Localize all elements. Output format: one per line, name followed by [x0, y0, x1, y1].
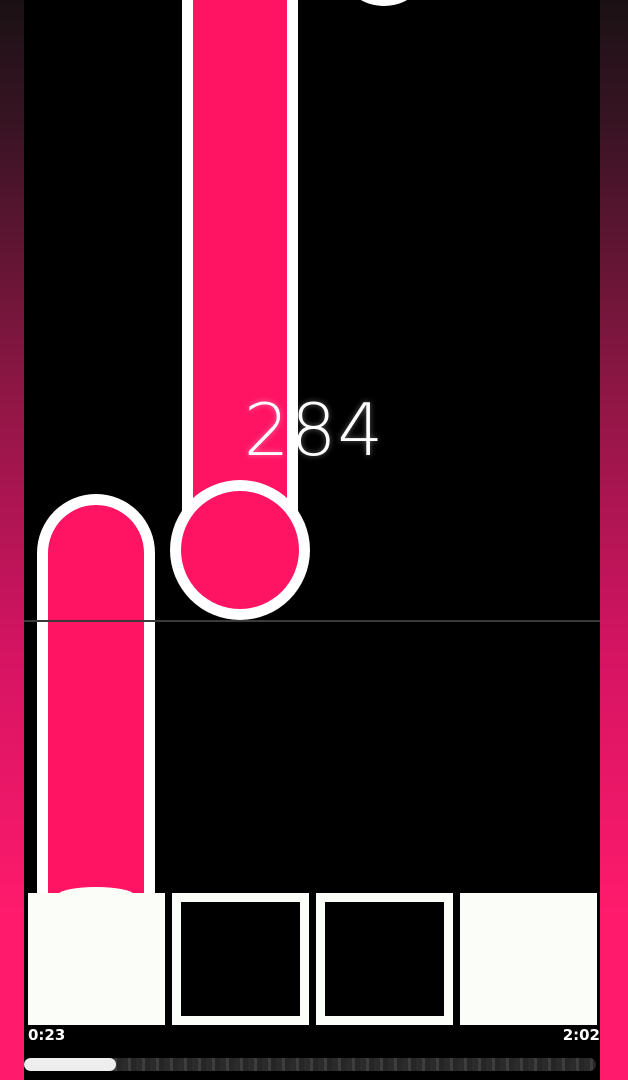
lane-3-key[interactable]: [316, 893, 453, 1025]
key-row: [28, 893, 598, 1025]
game-screen: 284 0:23 2:02: [0, 0, 628, 1080]
lane-4-key[interactable]: [460, 893, 597, 1025]
song-progress-bar[interactable]: [24, 1058, 596, 1071]
hold-note-lane-1[interactable]: [37, 494, 155, 903]
judgement-line: [24, 620, 600, 622]
total-time: 2:02: [562, 1026, 600, 1044]
lane-2-key[interactable]: [172, 893, 309, 1025]
elapsed-time: 0:23: [28, 1026, 66, 1044]
song-progress-fill: [24, 1058, 116, 1071]
tap-note-top: [360, 0, 408, 6]
score-counter: 284: [243, 388, 385, 472]
hold-note-lane-2[interactable]: [170, 0, 310, 620]
lane-1-key[interactable]: [28, 893, 165, 1025]
